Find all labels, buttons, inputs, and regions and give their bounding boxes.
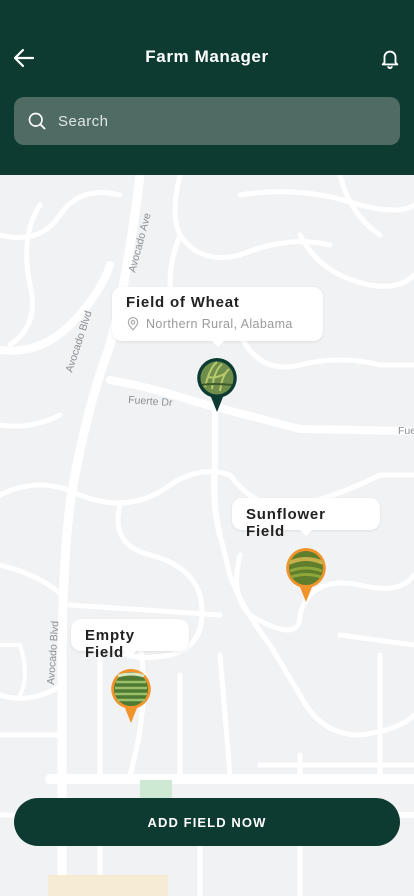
street-label-fuerte-dr: Fuerte Dr	[128, 394, 174, 409]
map-view[interactable]: Avocado Ave Avocado Blvd Fuerte Dr Fue A…	[0, 175, 414, 896]
street-label-fue: Fue	[398, 425, 414, 437]
search-icon	[26, 110, 48, 132]
field-callout-sunflower[interactable]: Sunflower Field	[232, 498, 380, 540]
map-pin-icon	[111, 669, 151, 723]
map-pin-icon	[286, 548, 326, 602]
page-title: Farm Manager	[145, 47, 269, 66]
field-callout-wheat[interactable]: Field of Wheat Northern Rural, Alabama	[112, 287, 323, 347]
field-name: Field of Wheat	[126, 294, 240, 311]
app-header: Farm Manager	[0, 0, 414, 175]
field-callout-empty[interactable]: Empty Field	[71, 619, 189, 661]
bell-icon	[381, 50, 399, 69]
add-field-button[interactable]: ADD FIELD NOW	[14, 798, 400, 846]
search-bar[interactable]	[14, 97, 400, 145]
search-input[interactable]	[58, 112, 358, 130]
field-location: Northern Rural, Alabama	[126, 317, 309, 331]
field-marker-wheat[interactable]	[196, 357, 238, 413]
field-marker-sunflower[interactable]	[285, 547, 327, 603]
notifications-button[interactable]	[376, 44, 404, 72]
field-name: Empty Field	[85, 627, 135, 661]
field-marker-empty[interactable]	[110, 668, 152, 724]
field-name: Sunflower Field	[246, 506, 326, 540]
field-location-text: Northern Rural, Alabama	[146, 317, 293, 331]
location-pin-icon	[126, 317, 140, 331]
map-pin-icon	[197, 358, 237, 412]
